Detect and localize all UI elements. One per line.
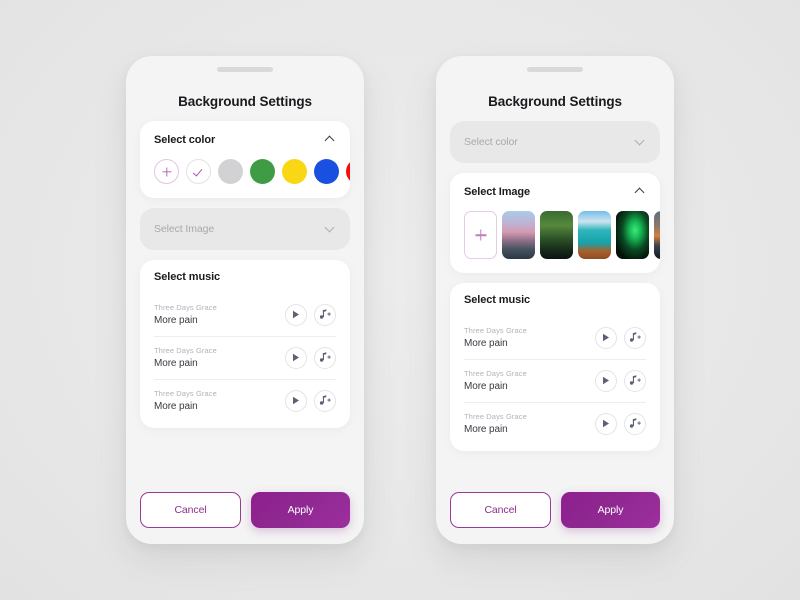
swatch-yellow[interactable] xyxy=(282,159,307,184)
track-actions xyxy=(285,303,336,326)
track-list: Three Days Grace More pain Three Days Gr… xyxy=(450,317,660,451)
track-title: More pain xyxy=(154,315,198,326)
select-color-label: Select color xyxy=(154,134,216,146)
track-row[interactable]: Three Days Grace More pain xyxy=(154,294,336,336)
select-music-label: Select music xyxy=(154,271,221,283)
add-music-icon[interactable] xyxy=(314,346,336,369)
track-artist: Three Days Grace xyxy=(154,346,217,355)
track-artist: Three Days Grace xyxy=(464,412,527,421)
track-title: More pain xyxy=(464,338,508,349)
swatch-add-color[interactable] xyxy=(154,159,179,184)
select-color-header[interactable]: Select color xyxy=(140,121,350,159)
page-title: Background Settings xyxy=(178,94,312,109)
track-title: More pain xyxy=(154,401,198,412)
cancel-button[interactable]: Cancel xyxy=(140,492,241,528)
add-music-icon[interactable] xyxy=(314,389,336,412)
play-icon[interactable] xyxy=(285,389,307,412)
track-row[interactable]: Three Days Grace More pain xyxy=(464,317,646,359)
track-row[interactable]: Three Days Grace More pain xyxy=(464,359,646,402)
select-music-header: Select music xyxy=(140,260,350,294)
track-meta: Three Days Grace More pain xyxy=(154,346,217,369)
swatch-gray[interactable] xyxy=(218,159,243,184)
chevron-up-icon[interactable] xyxy=(634,186,646,198)
thumbnail-forest-path[interactable] xyxy=(540,211,573,259)
thumbnail-add-image[interactable] xyxy=(464,211,497,259)
swatch-blue[interactable] xyxy=(314,159,339,184)
track-title: More pain xyxy=(154,358,198,369)
select-music-panel: Select music Three Days Grace More pain xyxy=(140,260,350,428)
select-music-label: Select music xyxy=(464,294,531,306)
chevron-down-icon[interactable] xyxy=(324,223,336,235)
select-image-header[interactable]: Select Image xyxy=(450,173,660,211)
thumbnail-ocean-sunset[interactable] xyxy=(654,211,660,259)
phone-mockup-stage: Background Settings Select color Select … xyxy=(0,0,800,600)
track-title: More pain xyxy=(464,381,508,392)
sheet-drag-handle[interactable] xyxy=(217,67,273,72)
select-color-header[interactable]: Select color xyxy=(450,121,660,163)
track-meta: Three Days Grace More pain xyxy=(464,326,527,349)
select-image-label: Select Image xyxy=(154,223,215,235)
phone-screen-left: Background Settings Select color Select … xyxy=(126,56,364,544)
select-image-header[interactable]: Select Image xyxy=(140,208,350,250)
track-artist: Three Days Grace xyxy=(464,326,527,335)
track-actions xyxy=(595,369,646,392)
select-image-panel[interactable]: Select Image xyxy=(140,208,350,250)
swatch-green[interactable] xyxy=(250,159,275,184)
action-footer: Cancel Apply xyxy=(140,479,350,544)
chevron-down-icon[interactable] xyxy=(634,136,646,148)
select-image-panel: Select Image xyxy=(450,173,660,273)
track-row[interactable]: Three Days Grace More pain xyxy=(464,402,646,445)
add-music-icon[interactable] xyxy=(314,303,336,326)
track-meta: Three Days Grace More pain xyxy=(464,369,527,392)
track-row[interactable]: Three Days Grace More pain xyxy=(154,336,336,379)
select-music-header: Select music xyxy=(450,283,660,317)
play-icon[interactable] xyxy=(285,346,307,369)
track-row[interactable]: Three Days Grace More pain xyxy=(154,379,336,422)
play-icon[interactable] xyxy=(285,303,307,326)
phone-screen-right: Background Settings Select color Select … xyxy=(436,56,674,544)
action-footer: Cancel Apply xyxy=(450,479,660,544)
color-swatch-row[interactable] xyxy=(140,159,350,198)
select-music-panel: Select music Three Days Grace More pain xyxy=(450,283,660,451)
track-actions xyxy=(285,389,336,412)
apply-button[interactable]: Apply xyxy=(561,492,660,528)
select-color-label: Select color xyxy=(464,136,518,148)
apply-button[interactable]: Apply xyxy=(251,492,350,528)
track-artist: Three Days Grace xyxy=(154,389,217,398)
track-meta: Three Days Grace More pain xyxy=(464,412,527,435)
track-actions xyxy=(285,346,336,369)
chevron-up-icon[interactable] xyxy=(324,134,336,146)
add-music-icon[interactable] xyxy=(624,412,646,435)
play-icon[interactable] xyxy=(595,326,617,349)
select-color-panel[interactable]: Select color xyxy=(450,121,660,163)
cancel-button[interactable]: Cancel xyxy=(450,492,551,528)
track-artist: Three Days Grace xyxy=(464,369,527,378)
track-meta: Three Days Grace More pain xyxy=(154,303,217,326)
thumbnail-aurora-borealis[interactable] xyxy=(616,211,649,259)
track-list: Three Days Grace More pain Three Days Gr… xyxy=(140,294,350,428)
track-actions xyxy=(595,412,646,435)
select-color-panel: Select color xyxy=(140,121,350,198)
track-artist: Three Days Grace xyxy=(154,303,217,312)
sheet-drag-handle[interactable] xyxy=(527,67,583,72)
track-actions xyxy=(595,326,646,349)
thumbnail-sunset-beach[interactable] xyxy=(502,211,535,259)
add-music-icon[interactable] xyxy=(624,326,646,349)
track-meta: Three Days Grace More pain xyxy=(154,389,217,412)
track-title: More pain xyxy=(464,424,508,435)
swatch-red[interactable] xyxy=(346,159,350,184)
thumbnail-turquoise-lagoon[interactable] xyxy=(578,211,611,259)
add-music-icon[interactable] xyxy=(624,369,646,392)
image-thumbnail-row[interactable] xyxy=(450,211,660,273)
swatch-white-selected[interactable] xyxy=(186,159,211,184)
page-title: Background Settings xyxy=(488,94,622,109)
select-image-label: Select Image xyxy=(464,186,531,198)
play-icon[interactable] xyxy=(595,369,617,392)
play-icon[interactable] xyxy=(595,412,617,435)
